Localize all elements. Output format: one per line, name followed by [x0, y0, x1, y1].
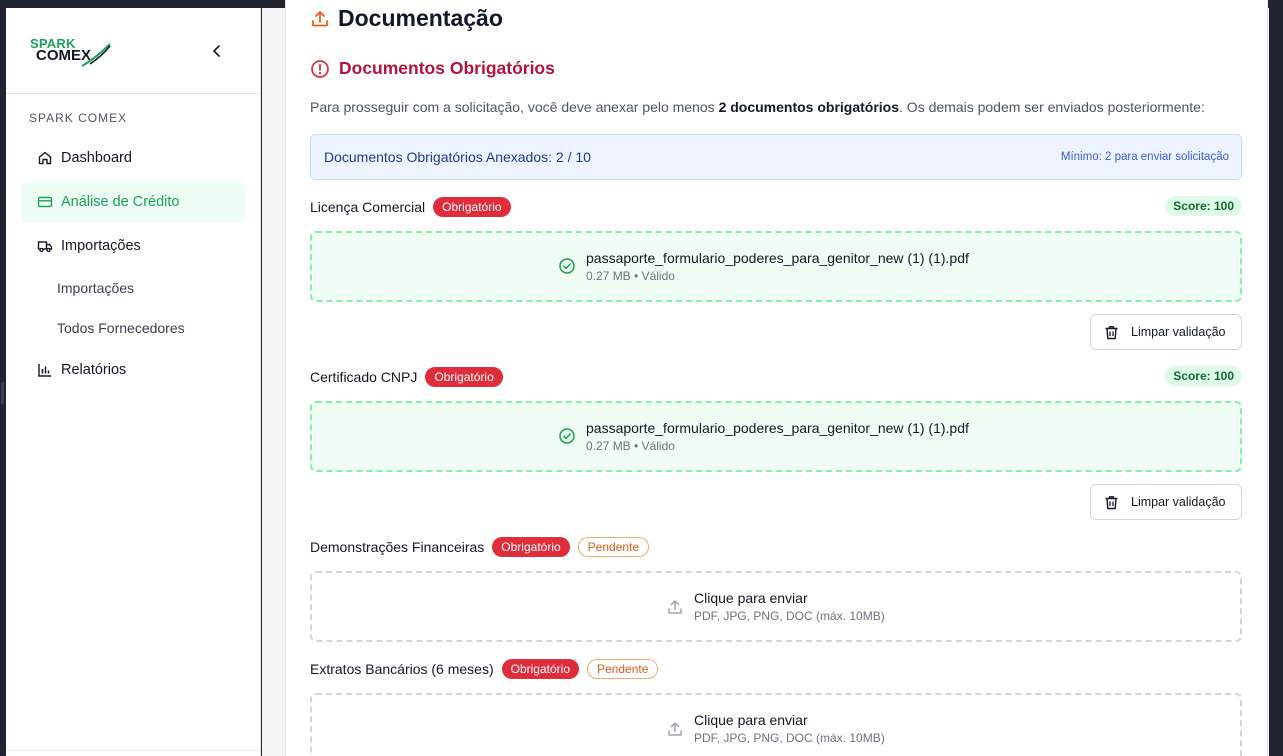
intro-text: Para prosseguir com a solicitação, você … [310, 99, 1205, 115]
required-badge: Obrigatório [501, 659, 579, 679]
sidebar: SPARK COMEX SPARK COMEX Dashboard Anális… [6, 8, 261, 756]
upload-title: Clique para enviar [694, 712, 808, 728]
clear-validation-label: Limpar validação [1131, 325, 1226, 339]
clear-validation-label: Limpar validação [1131, 495, 1226, 509]
upload-icon [312, 10, 328, 26]
clear-validation-button[interactable]: Limpar validação [1090, 484, 1242, 520]
upload-hint: PDF, JPG, PNG, DOC (máx. 10MB) [694, 609, 885, 623]
required-badge: Obrigatório [433, 197, 511, 217]
upload-dropzone[interactable]: Clique para enviar PDF, JPG, PNG, DOC (m… [310, 693, 1242, 756]
check-circle-icon [558, 427, 576, 445]
file-name: passaporte_formulario_poderes_para_genit… [586, 250, 969, 266]
window-right-strip [1269, 0, 1283, 756]
document-row-cnpj-certificate: Certificado CNPJ Obrigatório Score: 100 [310, 365, 1242, 389]
sidebar-item-label: Análise de Crédito [61, 194, 180, 210]
document-row-financial-statements: Demonstrações Financeiras Obrigatório Pe… [310, 535, 1242, 559]
upload-title: Clique para enviar [694, 590, 808, 606]
sidebar-item-dashboard[interactable]: Dashboard [21, 138, 245, 178]
score-badge: Score: 100 [1165, 196, 1242, 216]
uploaded-file-box[interactable]: passaporte_formulario_poderes_para_genit… [310, 401, 1242, 472]
bar-chart-icon [37, 362, 53, 378]
page-title: Documentação [338, 5, 503, 31]
sidebar-header: SPARK COMEX [6, 8, 260, 94]
documentation-heading: Documentação [310, 5, 503, 32]
intro-bold: 2 documentos obrigatórios [718, 99, 900, 115]
sidebar-item-label: Dashboard [61, 150, 132, 166]
spark-comex-logo[interactable]: SPARK COMEX [30, 36, 112, 68]
section-title: Documentos Obrigatórios [339, 58, 555, 78]
document-name: Demonstrações Financeiras [310, 539, 485, 555]
required-docs-heading: Documentos Obrigatórios [310, 58, 555, 79]
home-icon [37, 150, 53, 166]
sidebar-item-credit-analysis[interactable]: Análise de Crédito [21, 182, 245, 222]
upload-prompt: Clique para enviar PDF, JPG, PNG, DOC (m… [666, 712, 885, 745]
credit-card-icon [37, 194, 53, 210]
trash-icon [1103, 494, 1120, 511]
counter-label: Documentos Obrigatórios Anexados: 2 / 10 [324, 149, 591, 165]
sidebar-subitem-suppliers[interactable]: Todos Fornecedores [57, 320, 185, 336]
sidebar-section-title: SPARK COMEX [29, 111, 128, 125]
pending-badge: Pendente [587, 659, 659, 679]
file-name: passaporte_formulario_poderes_para_genit… [586, 420, 969, 436]
collapse-sidebar-button[interactable] [208, 42, 226, 60]
counter-minimum: Mínimo: 2 para enviar solicitação [1060, 151, 1229, 163]
logo-swoosh-icon [81, 43, 111, 67]
alert-circle-icon [311, 59, 329, 78]
sidebar-footer-divider [6, 750, 261, 751]
document-name: Certificado CNPJ [310, 369, 418, 385]
chevron-left-icon [213, 45, 220, 57]
clear-validation-button[interactable]: Limpar validação [1090, 314, 1242, 350]
intro-prefix: Para prosseguir com a solicitação, você … [310, 99, 719, 115]
sidebar-item-imports[interactable]: Importações [21, 226, 245, 266]
uploaded-file-box[interactable]: passaporte_formulario_poderes_para_genit… [310, 231, 1242, 302]
sidebar-item-reports[interactable]: Relatórios [21, 350, 245, 390]
document-name: Extratos Bancários (6 meses) [310, 661, 494, 677]
required-badge: Obrigatório [425, 367, 503, 387]
document-row-bank-statements: Extratos Bancários (6 meses) Obrigatório… [310, 657, 1242, 681]
required-docs-counter: Documentos Obrigatórios Anexados: 2 / 10… [310, 134, 1242, 180]
file-meta: 0.27 MB • Válido [586, 269, 675, 283]
upload-icon [666, 598, 684, 616]
pending-badge: Pendente [577, 537, 650, 557]
check-circle-icon [558, 257, 576, 275]
sidebar-subitem-imports[interactable]: Importações [57, 280, 134, 296]
score-badge: Score: 100 [1165, 366, 1242, 386]
upload-icon [666, 720, 684, 738]
uploaded-file: passaporte_formulario_poderes_para_genit… [558, 250, 969, 283]
trash-icon [1103, 324, 1120, 341]
uploaded-file: passaporte_formulario_poderes_para_genit… [558, 420, 969, 453]
upload-prompt: Clique para enviar PDF, JPG, PNG, DOC (m… [666, 590, 885, 623]
file-meta: 0.27 MB • Válido [586, 439, 675, 453]
document-name: Licença Comercial [310, 199, 426, 215]
document-row-commercial-license: Licença Comercial Obrigatório Score: 100 [310, 195, 1242, 219]
upload-dropzone[interactable]: Clique para enviar PDF, JPG, PNG, DOC (m… [310, 571, 1242, 642]
sidebar-item-label: Relatórios [61, 362, 127, 378]
upload-hint: PDF, JPG, PNG, DOC (máx. 10MB) [694, 731, 885, 745]
sidebar-item-label: Importações [61, 238, 141, 254]
truck-icon [37, 238, 53, 254]
required-badge: Obrigatório [492, 537, 570, 557]
intro-suffix: . Os demais podem ser enviados posterior… [899, 99, 1205, 115]
resize-handle[interactable] [1, 382, 4, 404]
